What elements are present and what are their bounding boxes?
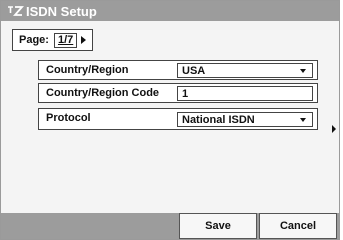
country-region-code-label: Country/Region Code [46, 87, 160, 99]
country-region-label: Country/Region [46, 64, 129, 76]
country-region-value: USA [182, 65, 206, 77]
cancel-button[interactable]: Cancel [259, 213, 337, 239]
scroll-right-icon[interactable] [332, 125, 336, 133]
chevron-down-icon[interactable] [300, 69, 306, 73]
protocol-row: Protocol National ISDN [38, 108, 318, 130]
isdn-logo-icon [8, 6, 24, 16]
country-region-code-input[interactable]: 1 [177, 86, 313, 101]
country-region-code-value: 1 [182, 88, 189, 100]
next-page-icon[interactable] [81, 36, 87, 44]
isdn-setup-window: ISDN Setup Page: 1/7 Country/Region USA … [0, 0, 340, 240]
page-label: Page: [19, 34, 49, 46]
window-title: ISDN Setup [26, 3, 97, 19]
chevron-down-icon[interactable] [300, 118, 306, 122]
country-region-code-row: Country/Region Code 1 [38, 83, 318, 103]
country-region-select[interactable]: USA [177, 63, 313, 78]
protocol-value: National ISDN [182, 114, 255, 126]
protocol-select[interactable]: National ISDN [177, 112, 313, 127]
country-region-row: Country/Region USA [38, 60, 318, 80]
page-value[interactable]: 1/7 [53, 32, 78, 48]
title-bar: ISDN Setup [1, 1, 339, 21]
save-button[interactable]: Save [179, 213, 257, 239]
protocol-label: Protocol [46, 112, 91, 124]
page-selector[interactable]: Page: 1/7 [12, 29, 94, 51]
